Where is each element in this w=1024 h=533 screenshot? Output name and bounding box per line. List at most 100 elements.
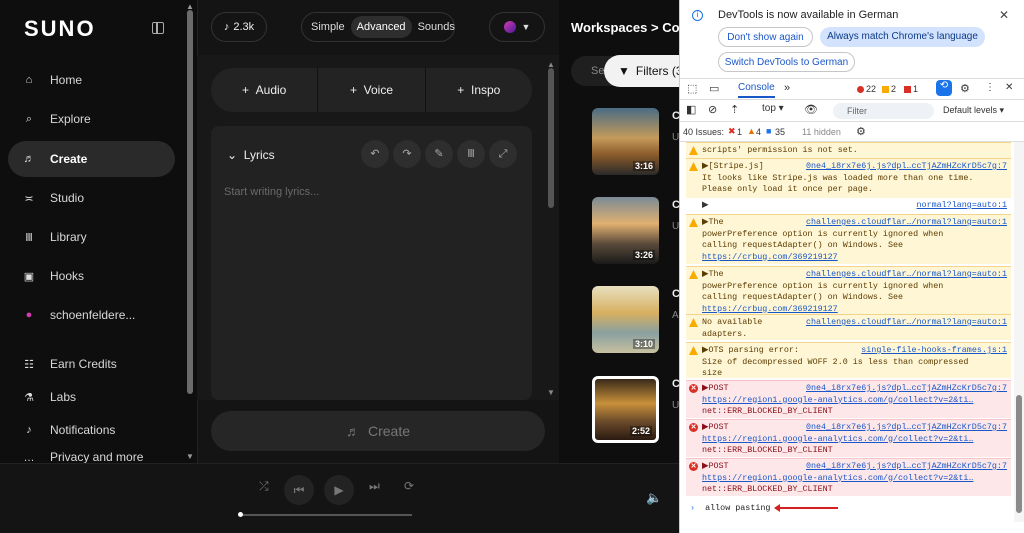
- console-message[interactable]: challenges.cloudflar…/normal?lang=auto:1…: [686, 266, 1011, 316]
- sidebar-toggle-icon[interactable]: ◧: [686, 103, 696, 116]
- source-link[interactable]: 0ne4_i8rx7e6j.js?dpl…ccTjAZmHZcKrD5c7g:7: [806, 383, 1007, 395]
- sidebar-item-explore[interactable]: ⌕ Explore: [8, 101, 175, 137]
- model-selector[interactable]: ▼: [489, 12, 545, 42]
- track-thumbnail[interactable]: 3:10: [592, 286, 659, 353]
- sidebar-item-labs[interactable]: ⚗ Labs: [8, 379, 175, 415]
- message-link[interactable]: https://region1.google-analytics.com/g/c…: [702, 434, 1007, 446]
- workspace-name[interactable]: Co: [662, 20, 679, 35]
- source-link[interactable]: 0ne4_i8rx7e6j.js?dpl…ccTjAZmHZcKrD5c7g:7: [806, 422, 1007, 434]
- info-count[interactable]: 1: [904, 84, 918, 94]
- source-link[interactable]: normal?lang=auto:1: [917, 200, 1007, 212]
- track-title[interactable]: C: [672, 110, 679, 122]
- console-prompt[interactable]: › allow pasting: [690, 503, 770, 513]
- scroll-up-icon[interactable]: ▲: [547, 60, 555, 69]
- source-link[interactable]: challenges.cloudflar…/normal?lang=auto:1: [806, 217, 1007, 229]
- progress-bar[interactable]: [240, 514, 412, 516]
- suno-logo[interactable]: SUNO: [24, 16, 96, 42]
- credits-badge[interactable]: ♪ 2.3k: [211, 12, 267, 42]
- clear-console-icon[interactable]: ⊘: [708, 103, 717, 116]
- switch-language-button[interactable]: Switch DevTools to German: [718, 52, 855, 72]
- scroll-up-icon[interactable]: ▲: [186, 2, 194, 11]
- settings-icon[interactable]: ⚙: [960, 82, 970, 95]
- inspect-icon[interactable]: ⬚: [687, 82, 697, 95]
- close-devtools-icon[interactable]: ✕: [1005, 82, 1013, 93]
- add-audio-button[interactable]: + Audio: [211, 68, 319, 112]
- sidebar-collapse-icon[interactable]: [152, 22, 164, 34]
- workspaces-link[interactable]: Workspaces: [571, 20, 647, 35]
- expand-icon[interactable]: ⤢: [489, 140, 517, 168]
- ai-assistant-icon[interactable]: ⟲: [936, 80, 952, 96]
- progress-handle[interactable]: [238, 512, 243, 517]
- track-title[interactable]: C: [672, 378, 679, 390]
- sidebar-item-home[interactable]: ⌂ Home: [8, 62, 175, 98]
- message-link[interactable]: https://region1.google-analytics.com/g/c…: [702, 395, 1007, 407]
- mode-simple[interactable]: Simple: [305, 16, 351, 38]
- sidebar-item-hooks[interactable]: ▣ Hooks: [8, 258, 175, 294]
- track-title[interactable]: C: [672, 288, 679, 300]
- shuffle-icon[interactable]: ⤮: [259, 479, 269, 494]
- dont-show-again-button[interactable]: Don't show again: [718, 27, 813, 47]
- track-thumbnail[interactable]: 3:16: [592, 108, 659, 175]
- create-button[interactable]: ♬ Create: [211, 411, 545, 451]
- create-scrollbar[interactable]: [548, 68, 554, 208]
- settings-icon[interactable]: ⚙: [856, 125, 866, 138]
- console-message[interactable]: normal?lang=auto:1 ▶: [686, 198, 1011, 212]
- warning-count[interactable]: 2: [882, 84, 896, 94]
- console-message[interactable]: ✕ 0ne4_i8rx7e6j.js?dpl…ccTjAZmHZcKrD5c7g:…: [686, 380, 1011, 418]
- sidebar-scrollbar[interactable]: [187, 10, 193, 394]
- console-message[interactable]: single-file-hooks-frames.js:1 ▶OTS parsin…: [686, 342, 1011, 378]
- live-expression-icon[interactable]: 👁: [804, 103, 818, 116]
- play-icon[interactable]: ▶: [324, 475, 354, 505]
- sidebar-item-library[interactable]: Ⅲ Library: [8, 219, 175, 255]
- log-levels-select[interactable]: Default levels ▾: [943, 105, 1004, 116]
- previous-icon[interactable]: ⏮: [284, 475, 314, 505]
- source-link[interactable]: challenges.cloudflar…/normal?lang=auto:1: [806, 269, 1007, 281]
- add-inspo-button[interactable]: + Inspo: [426, 68, 532, 112]
- sidebar-item-earn-credits[interactable]: ☷ Earn Credits: [8, 346, 175, 382]
- track-thumbnail[interactable]: 2:52: [592, 376, 659, 443]
- source-link[interactable]: 0ne4_i8rx7e6j.js?dpl…ccTjAZmHZcKrD5c7g:7: [806, 461, 1007, 473]
- source-link[interactable]: single-file-hooks-frames.js:1: [861, 345, 1007, 357]
- mode-sounds[interactable]: Sounds: [412, 16, 461, 38]
- console-message[interactable]: challenges.cloudflar…/normal?lang=auto:1…: [686, 214, 1011, 264]
- track-title[interactable]: C: [672, 199, 679, 211]
- console-message[interactable]: 0ne4_i8rx7e6j.js?dpl…ccTjAZmHZcKrD5c7g:7…: [686, 158, 1011, 198]
- scroll-down-icon[interactable]: ▼: [186, 452, 194, 461]
- repeat-icon[interactable]: ⟳: [404, 479, 414, 493]
- edit-icon[interactable]: ✎: [425, 140, 453, 168]
- error-count[interactable]: 22: [857, 84, 876, 94]
- sidebar-item-privacy-and-more[interactable]: … Privacy and more: [8, 444, 175, 464]
- filter-input[interactable]: Filter: [833, 103, 934, 119]
- close-icon[interactable]: ✕: [999, 8, 1009, 22]
- message-link[interactable]: https://region1.google-analytics.com/g/c…: [702, 473, 1007, 485]
- track-thumbnail[interactable]: 3:26: [592, 197, 659, 264]
- console-message[interactable]: scripts' permission is not set.: [686, 142, 1011, 158]
- volume-icon[interactable]: 🔈: [646, 490, 662, 506]
- next-icon[interactable]: ⏭: [369, 479, 380, 494]
- redo-icon[interactable]: ↷: [393, 140, 421, 168]
- sidebar-item-create[interactable]: ♬ Create: [8, 141, 175, 177]
- console-message[interactable]: ✕ 0ne4_i8rx7e6j.js?dpl…ccTjAZmHZcKrD5c7g:…: [686, 419, 1011, 457]
- sidebar-item-notifications[interactable]: ♪ Notifications: [8, 412, 175, 448]
- console-scroll-thumb[interactable]: [1016, 395, 1022, 513]
- lyrics-toggle[interactable]: ⌄ Lyrics: [227, 148, 275, 162]
- source-link[interactable]: challenges.cloudflar…/normal?lang=auto:1: [806, 317, 1007, 329]
- device-toolbar-icon[interactable]: ▭: [709, 82, 719, 95]
- console-message[interactable]: ✕ 0ne4_i8rx7e6j.js?dpl…ccTjAZmHZcKrD5c7g:…: [686, 458, 1011, 496]
- undo-icon[interactable]: ↶: [361, 140, 389, 168]
- message-link[interactable]: https://crbug.com/369219127: [702, 252, 1007, 264]
- eager-eval-icon[interactable]: ⇡: [730, 103, 739, 116]
- console-message[interactable]: challenges.cloudflar…/normal?lang=auto:1…: [686, 314, 1011, 340]
- context-select[interactable]: top ▾: [762, 103, 784, 114]
- library-icon[interactable]: Ⅲ: [457, 140, 485, 168]
- tab-console[interactable]: Console: [738, 82, 775, 98]
- source-link[interactable]: 0ne4_i8rx7e6j.js?dpl…ccTjAZmHZcKrD5c7g:7: [806, 161, 1007, 173]
- add-voice-button[interactable]: + Voice: [318, 68, 426, 112]
- sidebar-item-schoenfeldere[interactable]: ● schoenfeldere...: [8, 297, 175, 333]
- mode-advanced[interactable]: Advanced: [350, 16, 412, 38]
- match-language-button[interactable]: Always match Chrome's language: [820, 27, 985, 47]
- kebab-menu-icon[interactable]: ⋮: [985, 82, 995, 93]
- issues-bar[interactable]: 40 Issues: ✖ 1 ▲ 4 ■ 35 11 hidden ⚙: [680, 122, 1024, 142]
- filters-button[interactable]: ▼ Filters (3: [604, 55, 679, 87]
- lyrics-input[interactable]: Start writing lyrics...: [224, 186, 319, 198]
